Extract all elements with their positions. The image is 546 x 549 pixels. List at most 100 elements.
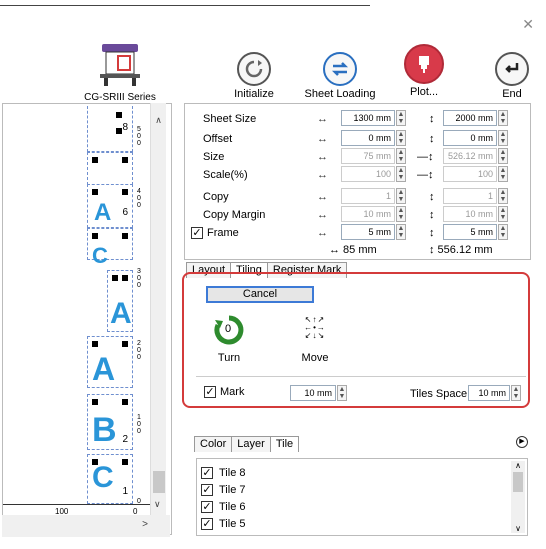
copy-margin-y-spinner[interactable]: ▲ ▼ bbox=[498, 206, 508, 222]
tiles-space-label: Tiles Space bbox=[410, 388, 468, 400]
size-row: Size ↔ 75 mm ▲ ▼ —↕ 526.12 mm ▲ ▼ bbox=[203, 148, 508, 164]
tile-preview-4: A bbox=[107, 270, 133, 332]
scroll-thumb[interactable] bbox=[513, 472, 523, 492]
end-button[interactable]: End bbox=[490, 52, 534, 100]
initialize-label: Initialize bbox=[234, 88, 274, 100]
scale-row: Scale(%) ↔ 100 ▲ ▼ —↕ 100 ▲ ▼ bbox=[203, 166, 508, 182]
scroll-right-icon[interactable]: > bbox=[142, 519, 148, 530]
scale-y-input[interactable]: 100 bbox=[443, 166, 497, 182]
initialize-button[interactable]: Initialize bbox=[226, 52, 282, 100]
tile-preview-5: C bbox=[87, 228, 133, 267]
preview-horizontal-scrollbar[interactable]: > bbox=[2, 515, 170, 537]
tile-tab-strip: Color Layer Tile bbox=[194, 436, 300, 452]
frame-checkbox[interactable]: ✓ bbox=[191, 227, 203, 239]
copy-x-spinner[interactable]: ▲ ▼ bbox=[396, 188, 406, 204]
size-height-spinner[interactable]: ▲ ▼ bbox=[498, 148, 508, 164]
tile-list-scrollbar[interactable]: ∧ ∨ bbox=[511, 461, 525, 533]
tile-preview-6: A 6 bbox=[87, 184, 133, 228]
horizontal-arrow-icon: ↔ bbox=[317, 113, 328, 125]
list-item[interactable]: ✓ Tile 5 bbox=[201, 518, 246, 530]
mark-option: ✓ Mark bbox=[204, 386, 244, 398]
sheet-width-input[interactable]: 1300 mm bbox=[341, 110, 395, 126]
tile-checkbox[interactable]: ✓ bbox=[201, 501, 213, 513]
refresh-icon bbox=[237, 52, 271, 86]
copy-margin-y-input[interactable]: 10 mm bbox=[443, 206, 497, 222]
frame-x-input[interactable]: 5 mm bbox=[341, 224, 395, 240]
rotate-icon: 0 bbox=[213, 314, 245, 346]
copy-margin-x-spinner[interactable]: ▲ ▼ bbox=[396, 206, 406, 222]
tile-preview-8: 8 bbox=[87, 106, 133, 152]
scroll-down-icon[interactable]: ∨ bbox=[154, 499, 161, 510]
scroll-up-icon[interactable]: ∧ bbox=[511, 461, 525, 470]
tab-layer[interactable]: Layer bbox=[231, 436, 271, 452]
mark-size-input[interactable]: 10 mm bbox=[290, 385, 336, 401]
copy-y-spinner[interactable]: ▲ ▼ bbox=[498, 188, 508, 204]
vertical-arrow-icon: ↕ bbox=[429, 209, 435, 221]
list-item[interactable]: ✓ Tile 7 bbox=[201, 484, 246, 496]
link-icon[interactable]: —↕ bbox=[417, 169, 434, 181]
plot-button[interactable]: Plot... bbox=[394, 44, 454, 98]
totals-row: ↔ 85 mm ↕ 556.12 mm bbox=[185, 242, 530, 260]
sheet-loading-button[interactable]: Sheet Loading bbox=[300, 52, 380, 100]
sheet-size-row: Sheet Size ↔ 1300 mm ▲ ▼ ↕ 2000 mm ▲ ▼ bbox=[203, 110, 508, 126]
end-label: End bbox=[502, 88, 522, 100]
frame-y-input[interactable]: 5 mm bbox=[443, 224, 497, 240]
turn-count-badge: 0 bbox=[225, 323, 232, 335]
offset-y-input[interactable]: 0 mm bbox=[443, 130, 497, 146]
scale-x-input[interactable]: 100 bbox=[341, 166, 395, 182]
list-item[interactable]: ✓ Tile 6 bbox=[201, 501, 246, 513]
plot-label: Plot... bbox=[409, 86, 439, 98]
move-button[interactable]: ↖↑↗ ←•→ ↙↓↘ Move bbox=[292, 315, 338, 365]
copy-margin-x-input[interactable]: 10 mm bbox=[341, 206, 395, 222]
copy-x-input[interactable]: 1 bbox=[341, 188, 395, 204]
offset-x-spinner[interactable]: ▲ ▼ bbox=[396, 130, 406, 146]
tiles-space-input[interactable]: 10 mm bbox=[468, 385, 510, 401]
offset-x-input[interactable]: 0 mm bbox=[341, 130, 395, 146]
move-arrows-icon: ↖↑↗ ←•→ ↙↓↘ bbox=[304, 315, 326, 340]
turn-button[interactable]: 0 Turn bbox=[206, 314, 252, 364]
size-width-input[interactable]: 75 mm bbox=[341, 148, 395, 164]
tile-preview-1: C 1 bbox=[87, 454, 133, 504]
sheet-loading-label: Sheet Loading bbox=[304, 88, 376, 100]
link-icon[interactable]: —↕ bbox=[417, 151, 434, 163]
frame-row: ✓ Frame ↔ 5 mm ▲ ▼ ↕ 5 mm ▲ ▼ bbox=[191, 224, 508, 240]
plot-icon bbox=[404, 44, 444, 84]
plotter-icon bbox=[100, 44, 140, 86]
cancel-button[interactable]: Cancel bbox=[206, 286, 314, 303]
close-icon[interactable]: ✕ bbox=[522, 16, 534, 33]
tab-color[interactable]: Color bbox=[194, 436, 233, 452]
vertical-arrow-icon: ↕ bbox=[429, 191, 435, 203]
vertical-ruler-1: 100 bbox=[137, 414, 141, 435]
frame-y-spinner[interactable]: ▲ ▼ bbox=[498, 224, 508, 240]
tiles-space-spinner[interactable]: ▲ ▼ bbox=[511, 385, 521, 401]
copy-row: Copy ↔ 1 ▲ ▼ ↕ 1 ▲ ▼ bbox=[203, 188, 508, 204]
device-label: CG-SRIII Series bbox=[84, 92, 156, 103]
horizontal-arrow-icon: ↔ bbox=[317, 191, 328, 203]
size-height-input[interactable]: 526.12 mm bbox=[443, 148, 497, 164]
expand-panel-icon[interactable]: ▶ bbox=[516, 436, 528, 448]
swap-arrows-icon bbox=[323, 52, 357, 86]
preview-vertical-scrollbar[interactable]: ∧ ∨ bbox=[150, 103, 166, 515]
tab-tile[interactable]: Tile bbox=[269, 436, 300, 452]
mark-checkbox[interactable]: ✓ bbox=[204, 386, 216, 398]
tile-checkbox[interactable]: ✓ bbox=[201, 518, 213, 530]
sheet-height-spinner[interactable]: ▲ ▼ bbox=[498, 110, 508, 126]
scale-x-spinner[interactable]: ▲ ▼ bbox=[396, 166, 406, 182]
sheet-width-spinner[interactable]: ▲ ▼ bbox=[396, 110, 406, 126]
size-width-spinner[interactable]: ▲ ▼ bbox=[396, 148, 406, 164]
scale-y-spinner[interactable]: ▲ ▼ bbox=[498, 166, 508, 182]
device-preview: CG-SRIII Series bbox=[70, 40, 170, 103]
tile-checkbox[interactable]: ✓ bbox=[201, 484, 213, 496]
copy-y-input[interactable]: 1 bbox=[443, 188, 497, 204]
tile-checkbox[interactable]: ✓ bbox=[201, 467, 213, 479]
scroll-up-icon[interactable]: ∧ bbox=[151, 115, 166, 126]
sheet-height-input[interactable]: 2000 mm bbox=[443, 110, 497, 126]
mark-size-spinner[interactable]: ▲ ▼ bbox=[337, 385, 347, 401]
scroll-down-icon[interactable]: ∨ bbox=[511, 524, 525, 533]
list-item[interactable]: ✓ Tile 8 bbox=[201, 467, 246, 479]
frame-x-spinner[interactable]: ▲ ▼ bbox=[396, 224, 406, 240]
tile-preview-canvas[interactable]: 8 A A 6 C A A B 2 C 1 500 400 300 200 bbox=[2, 103, 172, 535]
offset-y-spinner[interactable]: ▲ ▼ bbox=[498, 130, 508, 146]
mark-label: Mark bbox=[220, 386, 245, 398]
scroll-thumb[interactable] bbox=[153, 471, 165, 493]
